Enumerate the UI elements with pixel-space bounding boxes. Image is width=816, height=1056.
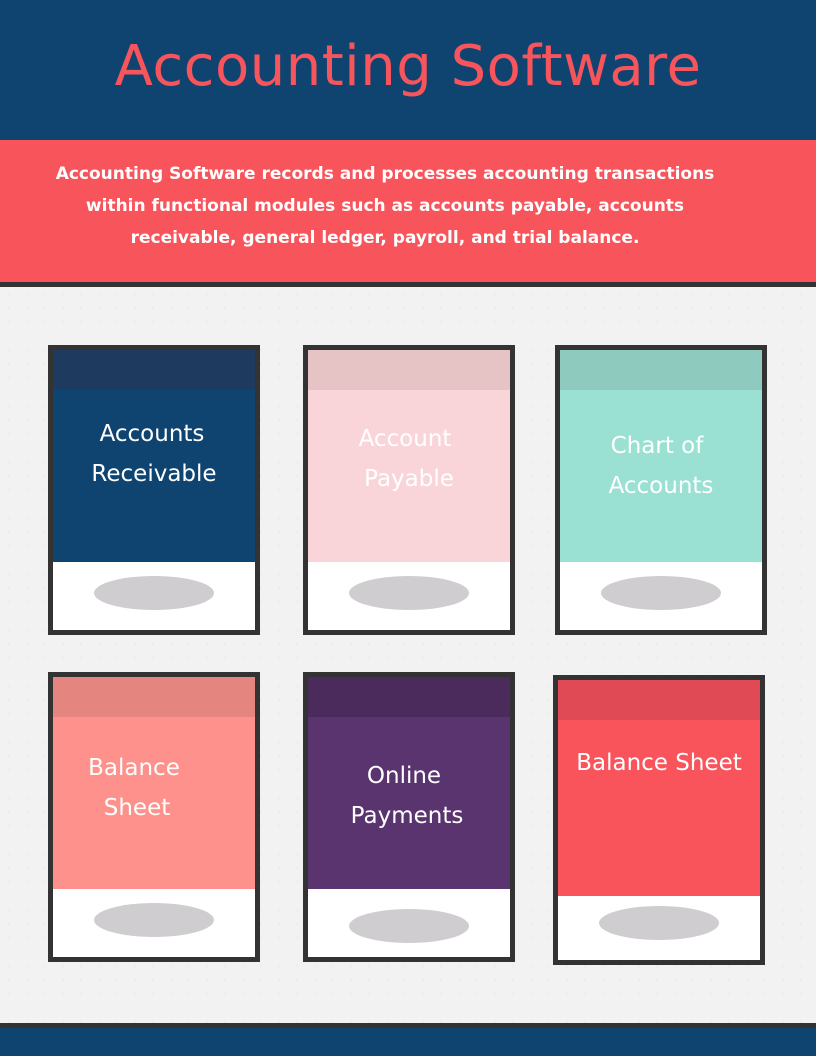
- card-label-line: Sheet: [103, 795, 171, 821]
- card-account-payable: Account Payable: [303, 345, 515, 635]
- description-line: Accounting Software records and processe…: [55, 164, 715, 184]
- card-label-line: Chart of: [610, 433, 704, 459]
- card-cap: [560, 350, 762, 390]
- card-label-line: Online: [366, 763, 442, 789]
- description-band: Accounting Software records and processe…: [0, 140, 816, 282]
- card-cap: [53, 677, 255, 717]
- card-label-line: Accounts: [99, 421, 205, 447]
- card-label-line: Payable: [364, 466, 454, 492]
- card-label-line: Accounts: [608, 473, 714, 499]
- card-balance-sheet: Balance Sheet: [48, 672, 260, 962]
- footer-band: [0, 1028, 816, 1056]
- card-label-line: Balance Sheet: [576, 750, 742, 776]
- description-line: receivable, general ledger, payroll, and…: [130, 228, 640, 248]
- card-oval: [599, 906, 719, 940]
- card-accounts-receivable: Accounts Receivable: [48, 345, 260, 635]
- cards-area: Accounts Receivable Account Payable Char…: [0, 287, 816, 1023]
- card-cap: [53, 350, 255, 390]
- card-label-line: Receivable: [91, 461, 217, 487]
- card-oval: [349, 909, 469, 943]
- card-oval: [94, 903, 214, 937]
- card-online-payments: Online Payments: [303, 672, 515, 962]
- card-cap: [308, 350, 510, 390]
- page-title: Accounting Software: [114, 33, 702, 99]
- card-oval: [601, 576, 721, 610]
- card-label-line: Account: [358, 426, 452, 452]
- card-oval: [94, 576, 214, 610]
- card-chart-of-accounts: Chart of Accounts: [555, 345, 767, 635]
- description-line: within functional modules such as accoun…: [85, 196, 685, 216]
- card-label-line: Payments: [350, 803, 464, 829]
- card-balance-sheet-2: Balance Sheet: [553, 675, 765, 965]
- card-label-line: Balance: [88, 755, 180, 781]
- header-banner: Accounting Software: [0, 0, 816, 140]
- card-cap: [308, 677, 510, 717]
- card-oval: [349, 576, 469, 610]
- card-cap: [558, 680, 760, 720]
- description-text: Accounting Software records and processe…: [40, 158, 730, 254]
